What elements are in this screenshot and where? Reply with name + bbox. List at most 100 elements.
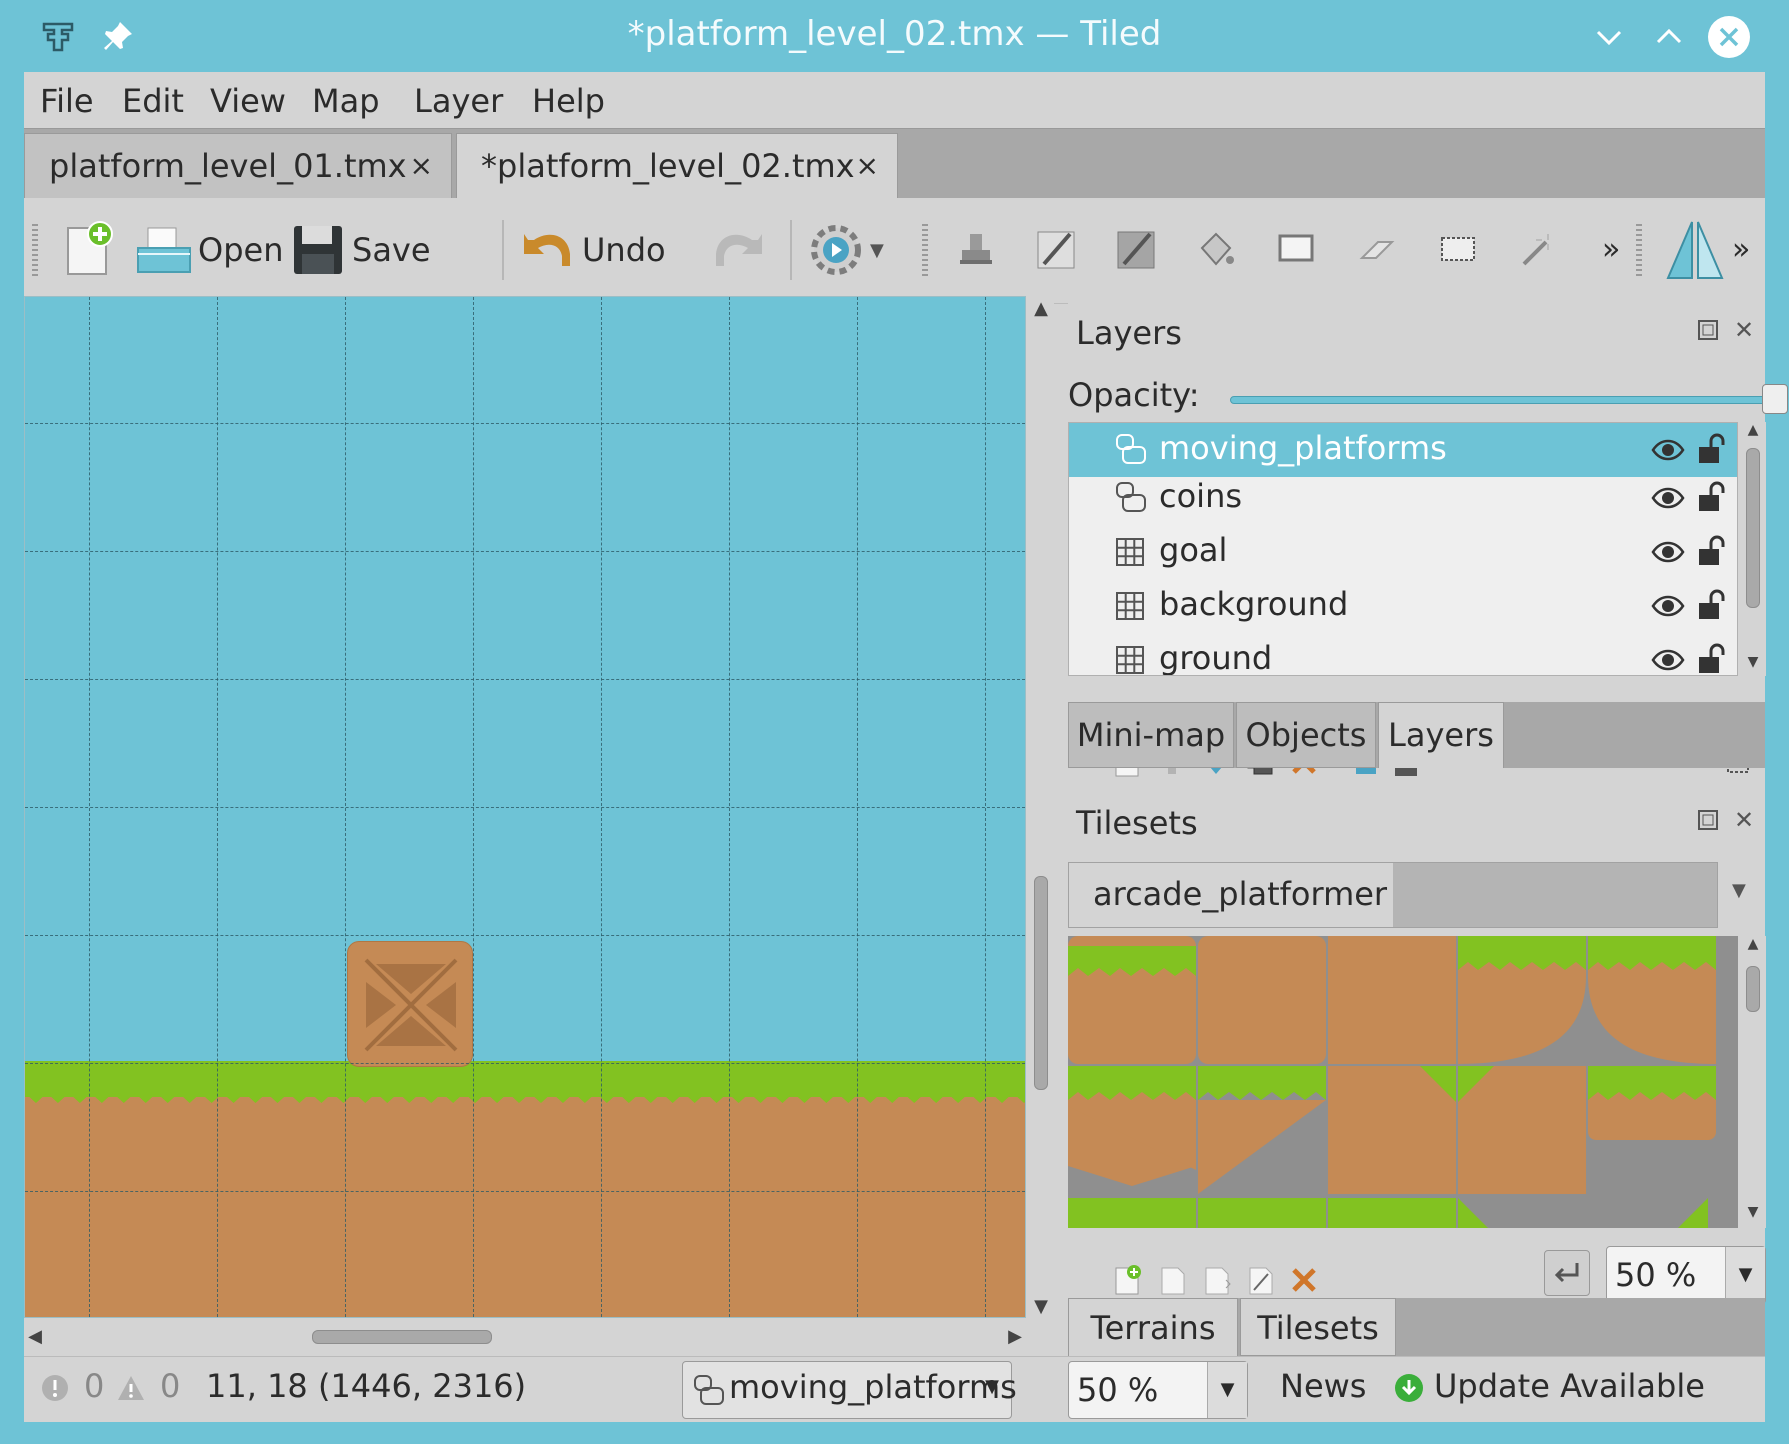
menu-layer[interactable]: Layer <box>404 78 513 124</box>
layer-row-background[interactable]: background <box>1069 579 1737 633</box>
tab-close-icon[interactable]: × <box>856 134 879 198</box>
visibility-eye-icon[interactable] <box>1651 535 1685 569</box>
save-button[interactable]: Save <box>288 218 431 282</box>
update-available-link[interactable]: Update Available <box>1434 1367 1705 1405</box>
tileset-view[interactable] <box>1068 936 1738 1228</box>
stamp-brush-tool[interactable] <box>952 226 1000 274</box>
scroll-up-icon[interactable]: ▲ <box>1030 298 1052 319</box>
tileset-tab-arcade-platformer[interactable]: arcade_platformer <box>1069 863 1393 927</box>
news-button[interactable]: News <box>1280 1367 1366 1405</box>
scroll-up-icon[interactable]: ▲ <box>1742 422 1764 438</box>
map-vertical-scrollbar[interactable]: ▲ ▼ <box>1028 296 1054 1318</box>
terrain-brush-tool[interactable] <box>1032 226 1080 274</box>
menu-file[interactable]: File <box>30 78 104 124</box>
dynamic-wrapping-button[interactable] <box>1544 1250 1590 1296</box>
flip-horizontal-tool[interactable] <box>1664 218 1726 282</box>
tab-terrains[interactable]: Terrains <box>1068 1298 1238 1356</box>
tileset-tiles[interactable] <box>1068 936 1738 1228</box>
float-panel-icon[interactable] <box>1696 808 1720 838</box>
scroll-down-icon[interactable]: ▼ <box>1742 1204 1764 1220</box>
visibility-eye-icon[interactable] <box>1651 481 1685 515</box>
new-file-button[interactable] <box>60 218 124 282</box>
eraser-tool[interactable] <box>1352 226 1400 274</box>
scroll-down-icon[interactable]: ▼ <box>1742 654 1764 670</box>
toolbar-grip[interactable] <box>1636 224 1642 276</box>
shape-fill-tool[interactable] <box>1272 226 1320 274</box>
float-panel-icon[interactable] <box>1696 318 1720 348</box>
bucket-fill-tool[interactable] <box>1192 226 1240 274</box>
layer-name[interactable]: ground <box>1159 639 1272 675</box>
scroll-down-icon[interactable]: ▼ <box>1030 1296 1052 1317</box>
close-panel-icon[interactable]: ✕ <box>1734 316 1754 344</box>
crate-tile[interactable] <box>347 941 473 1067</box>
close-window-button[interactable] <box>1708 16 1750 58</box>
layer-name[interactable]: background <box>1159 585 1348 623</box>
open-button[interactable]: Open <box>134 218 283 282</box>
minimize-button[interactable] <box>1588 16 1630 58</box>
opacity-slider-handle[interactable] <box>1762 384 1788 414</box>
scrollbar-thumb[interactable] <box>1034 876 1048 1090</box>
current-layer-combo[interactable]: moving_platforms ▼ <box>682 1361 1017 1419</box>
menu-map[interactable]: Map <box>302 78 390 124</box>
layer-list-scrollbar[interactable]: ▲ ▼ <box>1740 422 1766 676</box>
map-zoom-combo[interactable]: 50 % ▼ <box>1068 1361 1248 1419</box>
maximize-button[interactable] <box>1648 16 1690 58</box>
redo-button[interactable] <box>708 218 772 282</box>
unlocked-padlock-icon[interactable] <box>1697 641 1727 676</box>
visibility-eye-icon[interactable] <box>1651 433 1685 467</box>
scrollbar-thumb[interactable] <box>312 1330 492 1344</box>
tileset-menu-chevron-icon[interactable]: ▼ <box>1732 880 1746 901</box>
tab-objects[interactable]: Objects <box>1236 702 1376 768</box>
visibility-eye-icon[interactable] <box>1651 589 1685 623</box>
layer-name[interactable]: coins <box>1159 477 1242 515</box>
wang-brush-tool[interactable] <box>1112 226 1160 274</box>
visibility-eye-icon[interactable] <box>1651 643 1685 676</box>
scroll-left-icon[interactable]: ◀ <box>24 1326 46 1347</box>
scrollbar-thumb[interactable] <box>1746 966 1760 1012</box>
undo-button[interactable]: Undo <box>518 218 666 282</box>
menu-help[interactable]: Help <box>522 78 615 124</box>
tab-platform-level-01[interactable]: platform_level_01.tmx × <box>24 133 452 199</box>
opacity-slider[interactable] <box>1230 396 1768 404</box>
rectangular-select-tool[interactable] <box>1434 226 1482 274</box>
scroll-right-icon[interactable]: ▶ <box>1004 1326 1026 1347</box>
unlocked-padlock-icon[interactable] <box>1697 533 1727 569</box>
layer-row-goal[interactable]: goal <box>1069 525 1737 579</box>
menu-view[interactable]: View <box>200 78 296 124</box>
layer-name[interactable]: goal <box>1159 531 1227 569</box>
close-panel-icon[interactable]: ✕ <box>1734 806 1754 834</box>
layer-row-ground[interactable]: ground <box>1069 633 1737 676</box>
menu-edit[interactable]: Edit <box>112 78 194 124</box>
edit-tileset-icon[interactable] <box>1242 1262 1278 1298</box>
scrollbar-thumb[interactable] <box>1746 448 1760 608</box>
tab-close-icon[interactable]: × <box>410 134 433 198</box>
layer-row-coins[interactable]: coins <box>1069 471 1737 525</box>
tileset-scrollbar[interactable]: ▲ ▼ <box>1740 936 1766 1228</box>
tab-tilesets[interactable]: Tilesets <box>1240 1298 1396 1356</box>
new-tileset-icon[interactable] <box>1110 1262 1146 1298</box>
map-canvas[interactable] <box>24 296 1026 1318</box>
layer-name[interactable]: moving_platforms <box>1159 429 1447 467</box>
dock-tabs-bottom: Terrains Tilesets <box>1068 1298 1765 1356</box>
chevron-down-icon[interactable]: ▼ <box>1725 1247 1765 1303</box>
toolbar-grip[interactable] <box>922 224 928 276</box>
export-tileset-icon[interactable] <box>1198 1262 1234 1298</box>
toolbar-overflow-button[interactable]: » <box>1602 226 1650 274</box>
toolbar-overflow-button[interactable]: » <box>1732 226 1780 274</box>
magic-wand-tool[interactable] <box>1514 226 1562 274</box>
remove-tileset-icon[interactable] <box>1286 1262 1322 1298</box>
tileset-zoom-combo[interactable]: 50 % ▼ <box>1606 1246 1766 1304</box>
layer-row-moving-platforms[interactable]: moving_platforms <box>1069 423 1737 477</box>
unlocked-padlock-icon[interactable] <box>1697 479 1727 515</box>
tab-mini-map[interactable]: Mini-map <box>1068 702 1234 768</box>
embed-tileset-icon[interactable] <box>1154 1262 1190 1298</box>
tab-layers[interactable]: Layers <box>1378 702 1504 768</box>
map-horizontal-scrollbar[interactable]: ◀ ▶ <box>24 1318 1026 1356</box>
toolbar-grip[interactable] <box>32 224 38 276</box>
commands-button[interactable]: ▼ <box>806 218 884 282</box>
unlocked-padlock-icon[interactable] <box>1697 587 1727 623</box>
scroll-up-icon[interactable]: ▲ <box>1742 936 1764 952</box>
tab-platform-level-02[interactable]: *platform_level_02.tmx × <box>456 133 898 199</box>
unlocked-padlock-icon[interactable] <box>1697 431 1727 467</box>
chevron-down-icon[interactable]: ▼ <box>1207 1362 1247 1418</box>
